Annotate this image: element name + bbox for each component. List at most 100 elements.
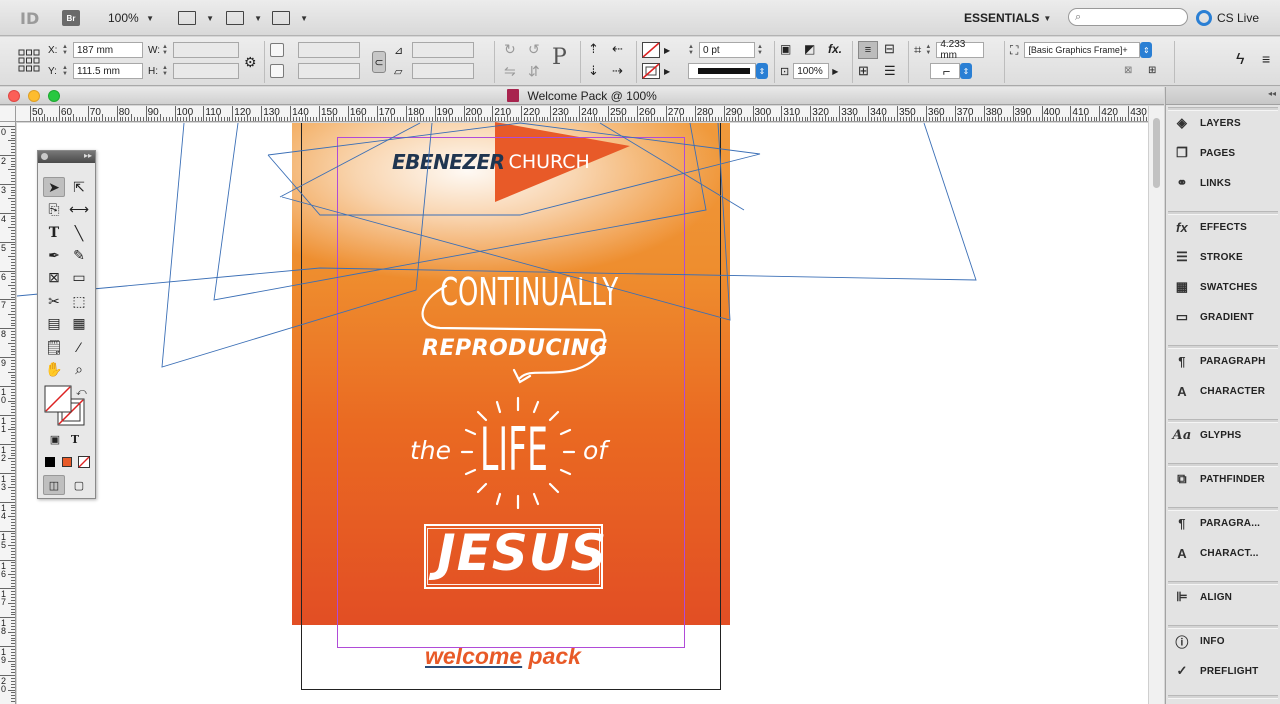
panel-tab-gradient[interactable]: ▭ GRADIENT (1172, 305, 1276, 329)
eyedropper-tool-icon[interactable]: ⁄ (68, 337, 90, 357)
paragraph-direction-icon[interactable]: P (552, 45, 567, 70)
h-field[interactable] (173, 63, 239, 79)
stroke-weight-field[interactable]: 0 pt (699, 42, 755, 58)
fx-icon[interactable]: fx. (828, 42, 842, 56)
drop-shadow-icon[interactable]: ▣ (780, 42, 791, 56)
panel-tab-character[interactable]: A CHARACTER (1172, 379, 1276, 403)
shadow-options-icon[interactable]: ◩ (804, 42, 815, 56)
formatting-container-icon[interactable]: ▣ (44, 429, 66, 449)
collapse-dock-icon[interactable]: ◂◂ (1268, 89, 1276, 98)
zoom-level-dropdown[interactable]: 100% ▼ (108, 8, 154, 28)
formatting-text-icon[interactable]: T (64, 429, 86, 449)
vertical-scrollbar[interactable] (1148, 106, 1164, 704)
quick-apply-icon[interactable]: ϟ (1236, 51, 1244, 69)
object-style-options-icon[interactable]: ⊞ (1148, 65, 1156, 76)
rectangle-tool-icon[interactable]: ▭ (68, 267, 90, 287)
rectangle-frame-tool-icon[interactable]: ⊠ (43, 267, 65, 287)
stroke-type-dropdown[interactable] (688, 63, 756, 79)
fill-menu-arrow-icon[interactable]: ▶ (664, 46, 670, 55)
gradient-feather-tool-icon[interactable]: ▦ (68, 313, 90, 333)
panel-tab-links[interactable]: ⚭ LINKS (1172, 171, 1276, 195)
stroke-weight-stepper[interactable]: ▲ ▼ (688, 42, 696, 58)
text-wrap-none-icon[interactable]: ≡ (858, 41, 878, 59)
stroke-weight-dropdown[interactable]: ▲ ▼ (757, 42, 765, 58)
collapse-arrows-icon[interactable]: ▸▸ (84, 151, 92, 160)
bridge-button[interactable]: Br (62, 10, 80, 26)
opacity-menu-arrow-icon[interactable]: ▶ (832, 67, 838, 76)
scissors-tool-icon[interactable]: ✂ (43, 291, 65, 311)
selection-tool-icon[interactable]: ➤ (43, 177, 65, 197)
direct-selection-tool-icon[interactable]: ⇱ (68, 177, 90, 197)
normal-view-icon[interactable]: ◫ (43, 475, 65, 495)
panel-tab-swatches[interactable]: ▦ SWATCHES (1172, 275, 1276, 299)
select-previous-icon[interactable]: ⇠ (612, 41, 623, 57)
rotate-ccw-icon[interactable]: ↺ (528, 41, 540, 58)
apply-gradient-icon[interactable] (62, 457, 72, 467)
object-style-dropdown[interactable]: [Basic Graphics Frame]+ (1024, 42, 1141, 58)
panel-tab-paragraph[interactable]: ¶ PARAGRAPH (1172, 349, 1276, 373)
panel-tab-info[interactable]: ⓘ INFO (1172, 629, 1276, 653)
clear-overrides-icon[interactable]: ⊠ (1124, 65, 1132, 76)
shear-field[interactable] (412, 63, 474, 79)
panel-tab-paragra[interactable]: ¶ PARAGRA... (1172, 511, 1276, 535)
scale-y-field[interactable] (298, 63, 360, 79)
h-stepper[interactable]: ▲ ▼ (162, 63, 170, 79)
scrollbar-thumb[interactable] (1153, 118, 1160, 188)
panel-dock-titlebar[interactable]: ◂◂ (1166, 87, 1280, 105)
select-content-icon[interactable]: ⇣ (588, 63, 599, 79)
corner-size-field[interactable]: 4.233 mm (936, 39, 985, 61)
select-container-icon[interactable]: ⇡ (588, 41, 599, 57)
gradient-swatch-tool-icon[interactable]: ▤ (43, 313, 65, 333)
stroke-menu-arrow-icon[interactable]: ▶ (664, 67, 670, 76)
free-transform-tool-icon[interactable]: ⬚ (68, 291, 90, 311)
ruler-origin[interactable] (0, 106, 16, 122)
opacity-field[interactable]: 100% (793, 63, 830, 79)
panel-tab-pages[interactable]: ❐ PAGES (1172, 141, 1276, 165)
rotate-cw-icon[interactable]: ↻ (504, 41, 516, 58)
zoom-window-button[interactable] (48, 90, 60, 102)
panel-tab-preflight[interactable]: ✓ PREFLIGHT (1172, 659, 1276, 683)
panel-tab-pathfinder[interactable]: ⧉ PATHFINDER (1172, 467, 1276, 491)
view-options-button[interactable]: ▼ (178, 8, 214, 28)
scale-x-field[interactable] (298, 42, 360, 58)
text-wrap-jump-icon[interactable]: ☰ (884, 63, 896, 79)
line-tool-icon[interactable]: ╲ (68, 223, 90, 243)
panel-tab-effects[interactable]: fx EFFECTS (1172, 215, 1276, 239)
w-stepper[interactable]: ▲ ▼ (162, 42, 170, 58)
search-input[interactable]: ⌕ (1068, 8, 1188, 26)
close-panel-icon[interactable] (41, 153, 48, 160)
apply-color-icon[interactable] (45, 457, 55, 467)
y-stepper[interactable]: ▲ ▼ (62, 63, 70, 79)
rotate-field[interactable] (412, 42, 474, 58)
panel-tab-charact[interactable]: A CHARACT... (1172, 541, 1276, 565)
fill-none-icon[interactable] (642, 42, 660, 58)
flip-vertical-icon[interactable]: ⇵ (528, 63, 540, 80)
corner-size-stepper[interactable]: ▲ ▼ (925, 42, 933, 58)
preview-mode-icon[interactable]: ▢ (68, 475, 90, 495)
horizontal-ruler[interactable]: 50 60 70 80 90 100 110 120 130 140 150 160 170 180 190… (16, 106, 1148, 122)
arrange-documents-button[interactable]: ▼ (272, 8, 308, 28)
x-field[interactable]: 187 mm (73, 42, 143, 58)
x-stepper[interactable]: ▲ ▼ (62, 42, 70, 58)
screen-mode-button[interactable]: ▼ (226, 8, 262, 28)
fill-stroke-swatch-icon[interactable]: ⤺ (44, 385, 88, 429)
panel-tab-glyphs[interactable]: Aa GLYPHS (1172, 423, 1276, 447)
gap-tool-icon[interactable]: ⟷ (68, 199, 90, 219)
workspace-switcher[interactable]: ESSENTIALS ▼ (964, 8, 1051, 28)
apply-none-icon[interactable] (78, 456, 90, 468)
close-window-button[interactable] (8, 90, 20, 102)
select-next-icon[interactable]: ⇢ (612, 63, 623, 79)
note-tool-icon[interactable]: 🗒 (43, 337, 65, 357)
text-wrap-shape-icon[interactable]: ⊞ (858, 63, 869, 79)
object-style-arrow-icon[interactable]: ⇕ (1140, 42, 1153, 58)
y-field[interactable]: 111.5 mm (73, 63, 143, 79)
zoom-tool-icon[interactable]: ⌕ (68, 359, 90, 379)
type-tool-icon[interactable]: T (43, 223, 65, 243)
tools-panel-titlebar[interactable]: ▸▸ (38, 151, 95, 163)
panel-group-divider[interactable] (1168, 695, 1278, 699)
w-field[interactable] (173, 42, 239, 58)
panel-menu-icon[interactable]: ≡ (1262, 51, 1270, 67)
stroke-type-arrow-icon[interactable]: ⇕ (756, 63, 768, 79)
reference-point-icon[interactable] (18, 48, 40, 74)
corner-shape-dropdown[interactable]: ⌐ (930, 63, 960, 79)
